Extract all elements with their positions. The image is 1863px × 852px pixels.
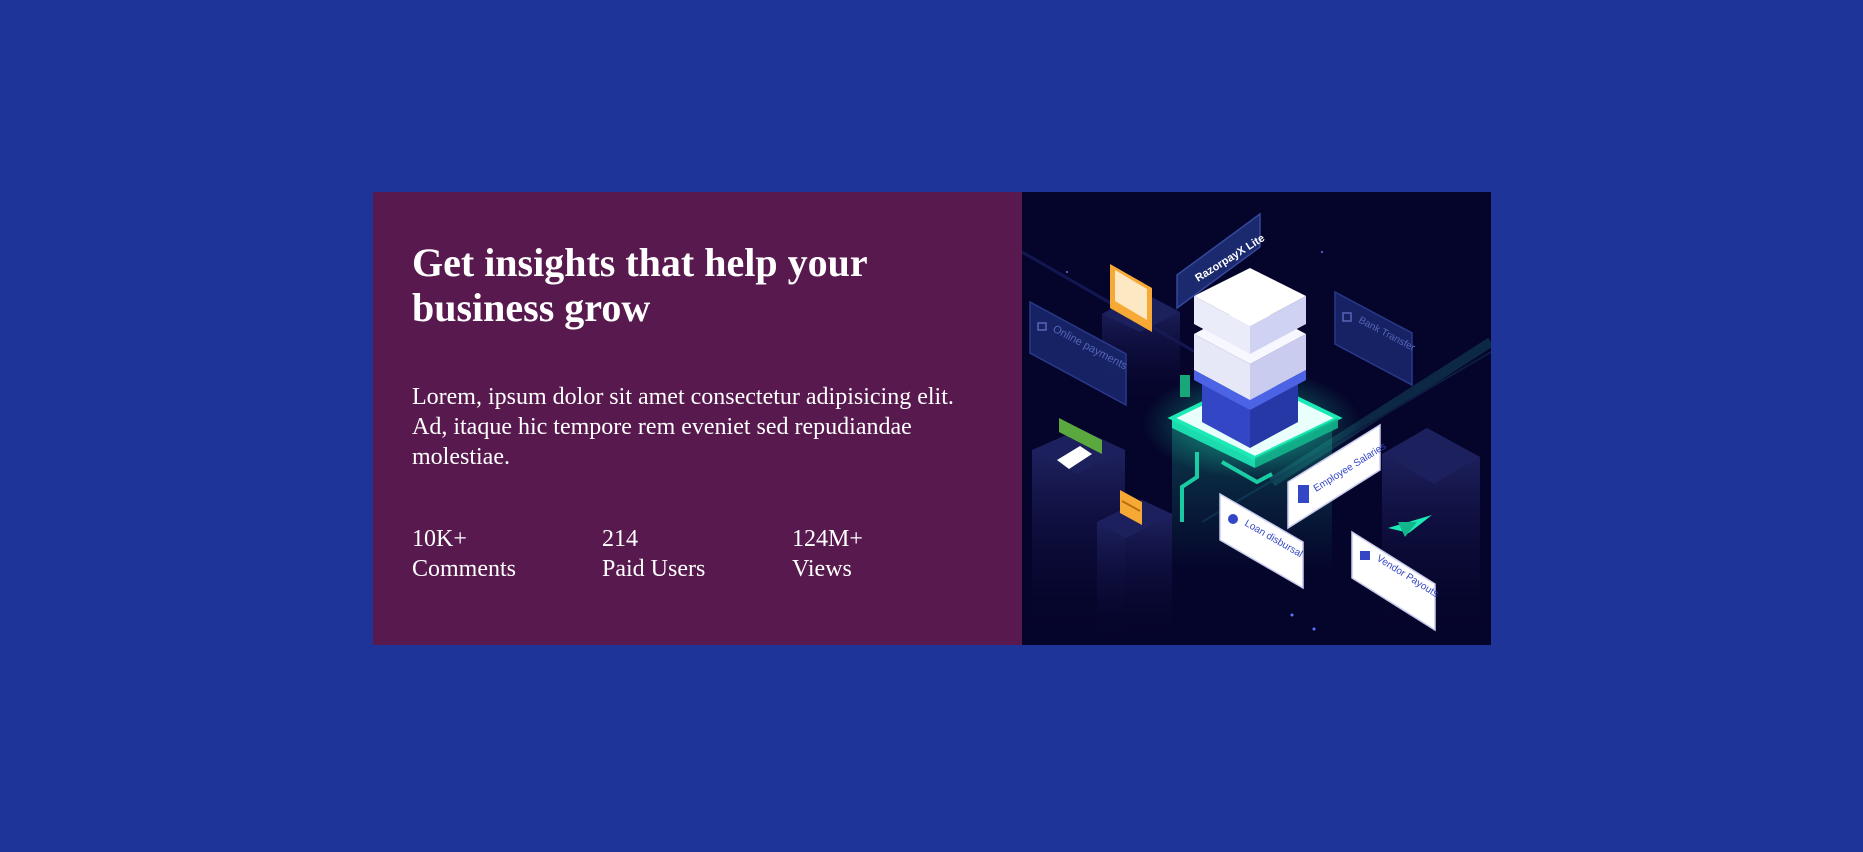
store-icon xyxy=(1360,551,1370,560)
card-chip-icon xyxy=(1180,375,1190,397)
stats-row: 10K+ Comments 214 Paid Users 124M+ Views xyxy=(412,524,982,584)
card-description: Lorem, ipsum dolor sit amet consectetur … xyxy=(412,384,954,470)
server-tower-icon xyxy=(1194,268,1306,448)
isometric-payments-illustration: RazorpayX Lite Online payments Bank Tran… xyxy=(1022,212,1491,645)
promo-card: Get insights that help your business gro… xyxy=(373,192,1491,645)
text-panel: Get insights that help your business gro… xyxy=(373,192,1022,645)
card-title: Get insights that help your business gro… xyxy=(412,240,867,330)
tag-bank-transfer: Bank Transfer xyxy=(1334,290,1417,387)
stat-label: Views xyxy=(792,556,852,582)
document-icon xyxy=(1298,485,1309,503)
stat-paid-users: 214 Paid Users xyxy=(602,524,792,584)
user-icon xyxy=(1228,514,1238,524)
stat-value: 214 xyxy=(602,526,638,552)
stat-value: 124M+ xyxy=(792,526,863,552)
stat-value: 10K+ xyxy=(412,526,467,552)
stat-label: Comments xyxy=(412,556,517,582)
illustration-panel: RazorpayX Lite Online payments Bank Tran… xyxy=(1022,192,1491,645)
stat-views: 124M+ Views xyxy=(792,524,982,584)
stat-label: Paid Users xyxy=(602,556,706,582)
stat-comments: 10K+ Comments xyxy=(412,524,602,584)
